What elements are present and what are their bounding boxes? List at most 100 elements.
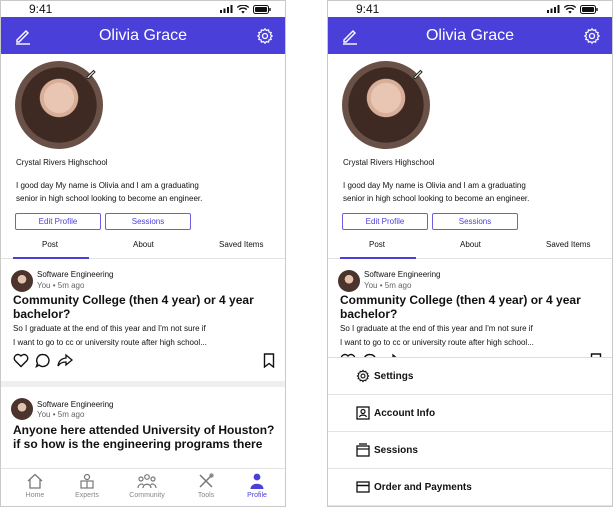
post-card[interactable]: Software Engineering You • 5m ago Commun… (328, 265, 612, 357)
profile-screen: 9:41 Olivia Grace Crystal Rivers Highsch… (0, 0, 286, 507)
tab-about[interactable]: About (133, 240, 154, 249)
post-actions (13, 353, 275, 369)
post-title-line: Community College (then 4 year) or 4 yea… (13, 293, 254, 307)
bottom-nav: Home Experts Community Tools Profile (1, 468, 285, 506)
sessions-button[interactable]: Sessions (432, 213, 518, 230)
profile-tabs: Post About Saved Items (328, 235, 612, 259)
status-icons (220, 4, 271, 14)
nav-label: Profile (247, 492, 267, 499)
profile-screen-with-menu: 9:41 Olivia Grace Crystal Rivers Highsch… (327, 0, 613, 507)
nav-profile[interactable]: Profile (235, 473, 279, 499)
post-category: Software Engineering (364, 270, 441, 279)
settings-menu-sheet: Settings Account Info Sessions Order and… (328, 357, 612, 506)
battery-icon (580, 4, 598, 14)
post-title-line: Community College (then 4 year) or 4 yea… (340, 293, 581, 307)
school-name: Crystal Rivers Highschool (343, 158, 435, 167)
post-avatar (11, 270, 33, 292)
signal-icon (547, 5, 560, 13)
app-header: Olivia Grace (328, 17, 612, 54)
menu-item-order-payments[interactable]: Order and Payments (328, 469, 612, 506)
profile-bio: I good day My name is Olivia and I am a … (343, 179, 573, 205)
community-icon (137, 474, 157, 489)
menu-label: Order and Payments (374, 481, 472, 493)
nav-community[interactable]: Community (125, 473, 169, 499)
share-icon[interactable] (57, 353, 73, 368)
post-divider (1, 381, 285, 387)
page-title: Olivia Grace (425, 26, 515, 44)
active-tab-indicator (340, 257, 416, 259)
tab-about[interactable]: About (460, 240, 481, 249)
menu-label: Settings (374, 370, 414, 382)
tab-saved-items[interactable]: Saved Items (546, 240, 590, 249)
pencil-icon (343, 30, 357, 45)
gear-icon (356, 369, 370, 383)
menu-label: Account Info (374, 407, 436, 419)
post-body: So I graduate at the end of this year an… (340, 322, 605, 350)
edit-profile-button[interactable]: Edit Profile (15, 213, 101, 230)
settings-button[interactable] (582, 26, 602, 46)
post-title: Community College (then 4 year) or 4 yea… (13, 293, 278, 321)
post-meta: You • 5m ago (37, 281, 85, 290)
battery-icon (253, 4, 271, 14)
card-icon (356, 481, 370, 493)
app-header: Olivia Grace (1, 17, 285, 54)
heart-icon[interactable] (13, 353, 29, 368)
post-title-line: if so how is the engineering programs th… (13, 437, 263, 451)
avatar-edit-icon[interactable] (412, 67, 424, 79)
bio-line: senior in high school looking to become … (343, 194, 530, 203)
menu-item-account-info[interactable]: Account Info (328, 395, 612, 432)
post-body-line: So I graduate at the end of this year an… (13, 324, 206, 333)
sessions-button[interactable]: Sessions (105, 213, 191, 230)
tab-post[interactable]: Post (369, 240, 385, 249)
status-bar: 9:41 (328, 1, 612, 17)
profile-icon (250, 473, 264, 489)
post-category: Software Engineering (37, 270, 114, 279)
edit-pencil-button[interactable] (13, 26, 33, 46)
status-icons (547, 4, 598, 14)
account-card-icon (356, 406, 370, 420)
tab-saved-items[interactable]: Saved Items (219, 240, 263, 249)
bio-line: senior in high school looking to become … (16, 194, 203, 203)
post-body-line: I want to go to cc or university route a… (340, 338, 534, 347)
bookmark-icon[interactable] (263, 353, 275, 368)
edit-pencil-button[interactable] (340, 26, 360, 46)
menu-item-settings[interactable]: Settings (328, 358, 612, 395)
wifi-icon (237, 4, 249, 13)
post-body-line: So I graduate at the end of this year an… (340, 324, 533, 333)
nav-tools[interactable]: Tools (184, 473, 228, 499)
post-avatar (11, 398, 33, 420)
post-avatar (338, 270, 360, 292)
nav-label: Experts (75, 492, 99, 499)
post-title: Community College (then 4 year) or 4 yea… (340, 293, 605, 321)
post-card[interactable]: Software Engineering You • 5m ago Anyone… (1, 393, 285, 468)
sessions-icon (356, 443, 370, 457)
tab-post[interactable]: Post (42, 240, 58, 249)
post-body-line: I want to go to cc or university route a… (13, 338, 207, 347)
comment-icon[interactable] (35, 353, 51, 368)
post-title-line: Anyone here attended University of Houst… (13, 423, 275, 437)
profile-tabs: Post About Saved Items (1, 235, 285, 259)
profile-bio: I good day My name is Olivia and I am a … (16, 179, 246, 205)
menu-item-sessions[interactable]: Sessions (328, 432, 612, 469)
post-card[interactable]: Software Engineering You • 5m ago Commun… (1, 265, 285, 380)
active-tab-indicator (13, 257, 89, 259)
nav-label: Home (25, 492, 45, 499)
gear-icon (256, 27, 274, 45)
status-time: 9:41 (29, 2, 53, 16)
post-category: Software Engineering (37, 400, 114, 409)
status-bar: 9:41 (1, 1, 285, 17)
experts-icon (80, 473, 94, 489)
edit-profile-button[interactable]: Edit Profile (342, 213, 428, 230)
school-name: Crystal Rivers Highschool (16, 158, 108, 167)
nav-label: Community (129, 492, 165, 499)
post-body: So I graduate at the end of this year an… (13, 322, 278, 350)
post-title-line: bachelor? (340, 307, 398, 321)
settings-button[interactable] (255, 26, 275, 46)
nav-experts[interactable]: Experts (65, 473, 109, 499)
gear-icon (583, 27, 601, 45)
nav-home[interactable]: Home (13, 473, 57, 499)
status-time: 9:41 (356, 2, 380, 16)
avatar-edit-icon[interactable] (85, 67, 97, 79)
wifi-icon (564, 4, 576, 13)
post-meta: You • 5m ago (364, 281, 412, 290)
